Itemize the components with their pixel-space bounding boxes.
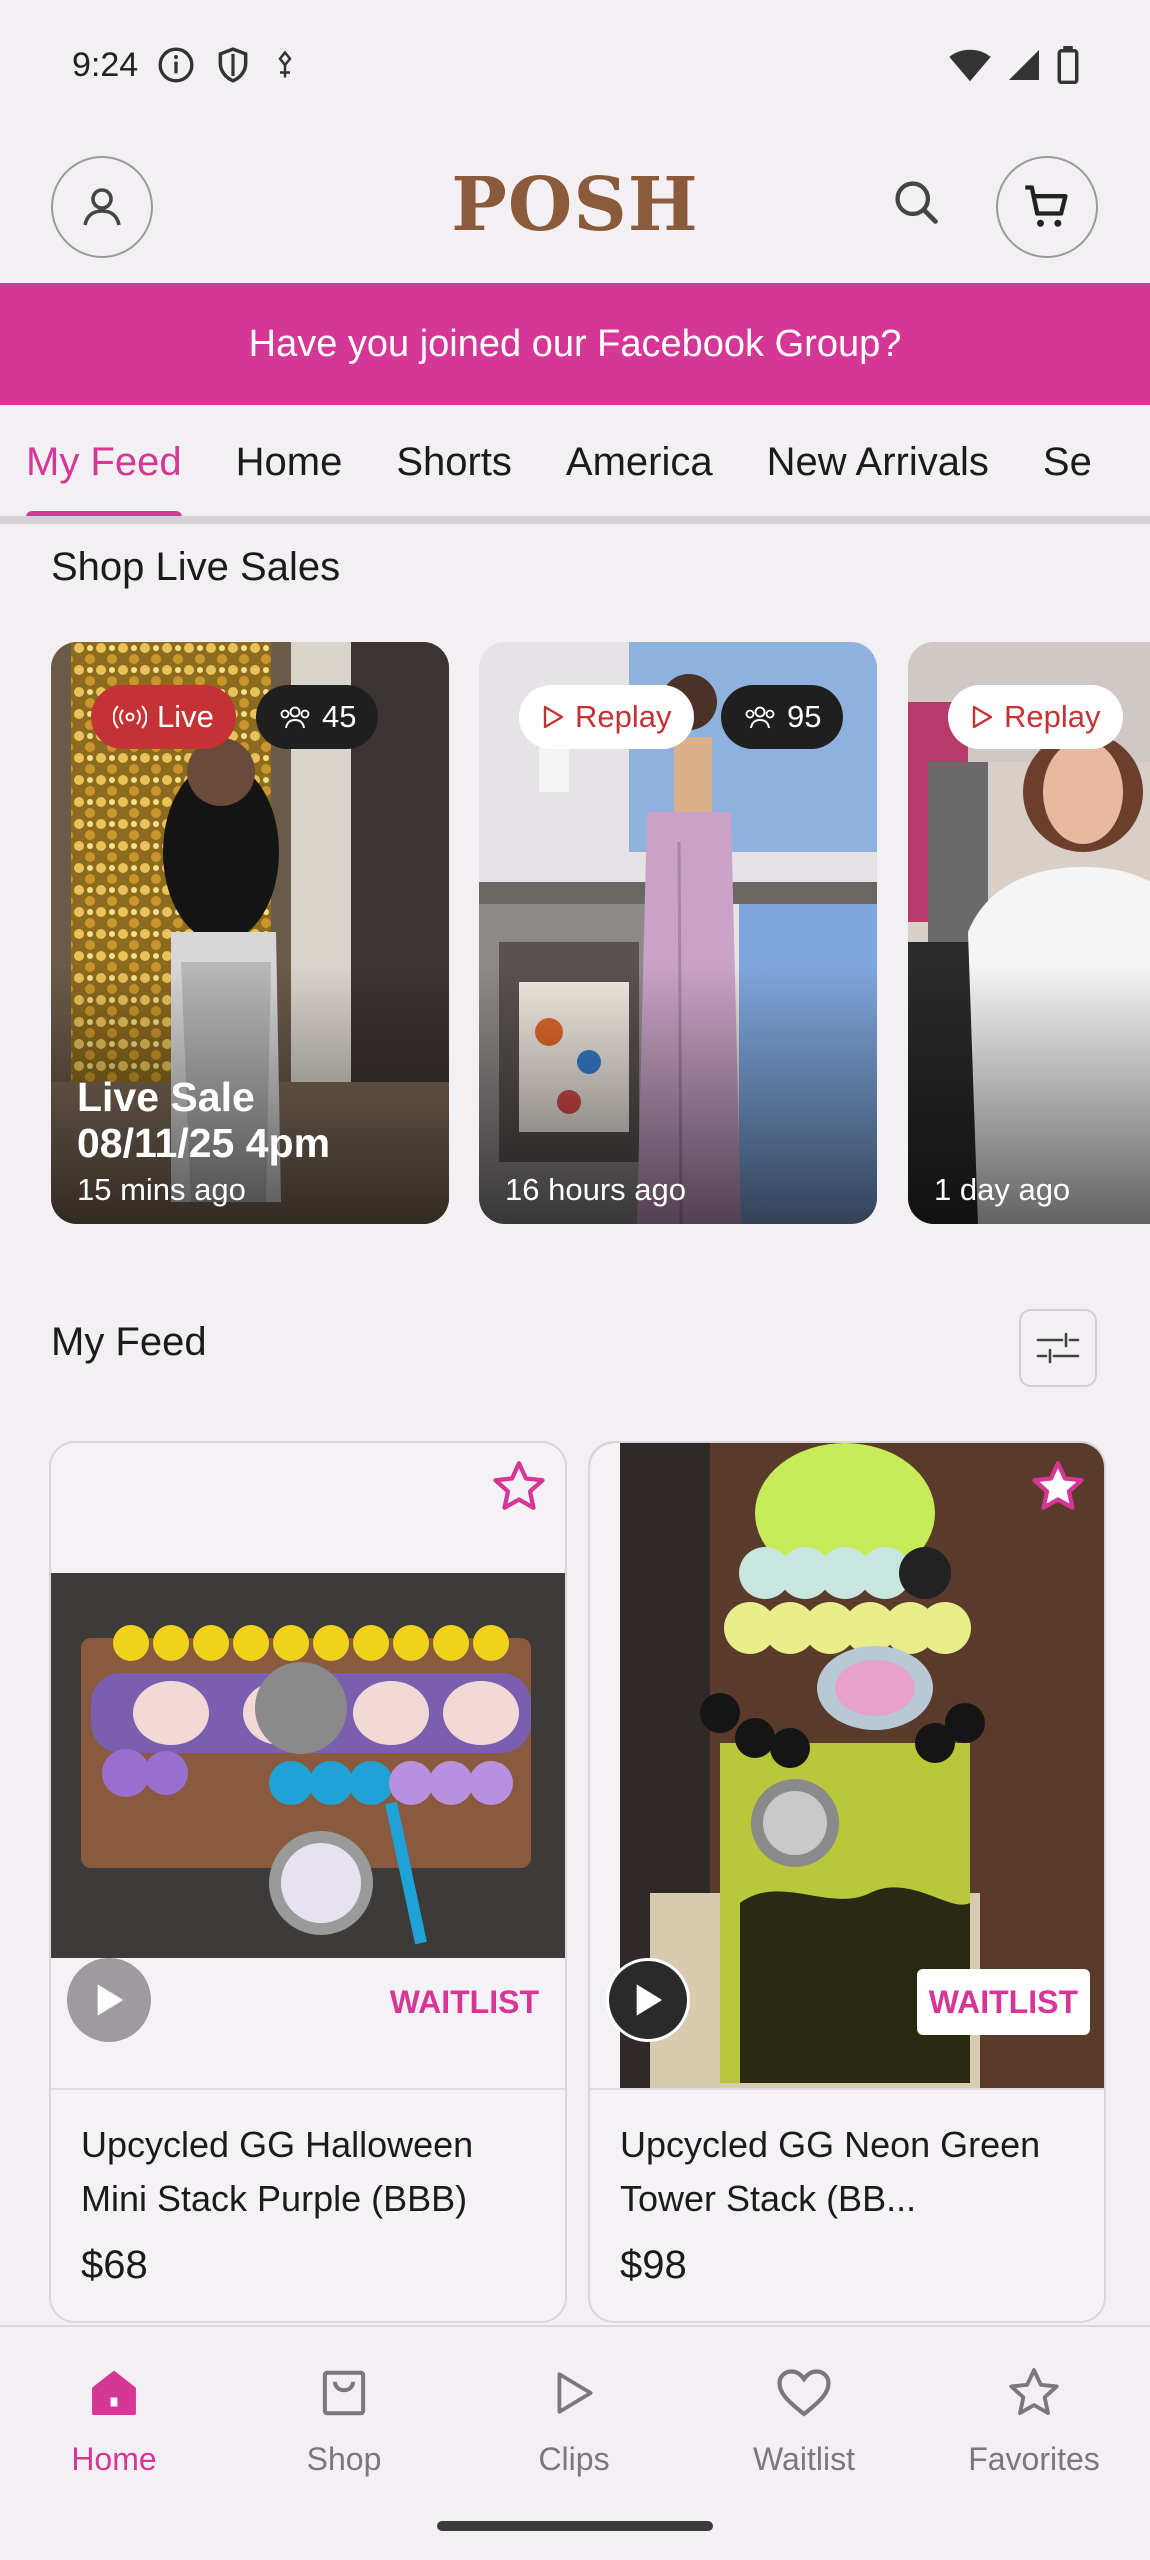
tab-new-arrivals[interactable]: New Arrivals	[767, 422, 989, 503]
wifi-icon	[949, 49, 991, 82]
tab-shorts[interactable]: Shorts	[396, 422, 512, 503]
info-icon	[158, 47, 194, 83]
live-sale-time: 15 mins ago	[77, 1172, 246, 1207]
signal-icon	[1009, 50, 1039, 80]
home-icon	[92, 2371, 136, 2415]
product-card[interactable]: WAITLIST Upcycled GG Neon Green Tower St…	[588, 1441, 1106, 2323]
nav-favorites[interactable]: Favorites	[934, 2357, 1134, 2478]
favorite-star-icon[interactable]	[489, 1457, 549, 1517]
play-video-button[interactable]	[67, 1958, 151, 2042]
banner-text: Have you joined our Facebook Group?	[248, 322, 902, 365]
waitlist-badge[interactable]: WAITLIST	[916, 1969, 1090, 2035]
cart-button[interactable]	[996, 156, 1098, 258]
status-time: 9:24	[72, 45, 139, 84]
tabs-divider	[0, 516, 1150, 524]
nav-home[interactable]: Home	[14, 2357, 214, 2478]
live-sale-card[interactable]: Live 45 Live Sale 08/11/25 4pm 15 mins a…	[51, 642, 449, 1224]
live-sales-carousel: Live 45 Live Sale 08/11/25 4pm 15 mins a…	[0, 642, 1150, 1226]
play-icon	[97, 1984, 124, 2016]
tab-partial[interactable]: Se	[1043, 422, 1092, 503]
cart-icon	[1025, 185, 1068, 227]
play-icon	[557, 2372, 593, 2414]
play-outline-icon	[972, 705, 993, 729]
live-sales-title: Shop Live Sales	[51, 545, 341, 589]
live-sale-title: Live Sale 08/11/25 4pm	[77, 1074, 331, 1166]
app-header: POSH	[0, 140, 1150, 270]
nav-shop[interactable]: Shop	[244, 2357, 444, 2478]
location-icon	[278, 50, 292, 78]
facebook-group-banner[interactable]: Have you joined our Facebook Group?	[0, 283, 1150, 405]
star-icon	[1009, 2368, 1059, 2415]
tab-home[interactable]: Home	[236, 422, 343, 503]
battery-icon	[1057, 46, 1079, 84]
play-outline-icon	[543, 705, 564, 729]
nav-clips[interactable]: Clips	[474, 2357, 674, 2478]
viewer-count-badge: 45	[256, 685, 379, 749]
sliders-icon	[1036, 1332, 1080, 1364]
viewers-icon	[280, 706, 310, 729]
product-price: $98	[620, 2243, 687, 2287]
replay-card[interactable]: Replay 95 16 hours ago	[479, 642, 877, 1224]
favorite-star-icon[interactable]	[1028, 1457, 1088, 1517]
tab-my-feed[interactable]: My Feed	[26, 422, 182, 520]
category-tabs: My Feed Home Shorts America New Arrivals…	[0, 405, 1150, 520]
product-name: Upcycled GG Neon Green Tower Stack (BB..…	[620, 2124, 1041, 2219]
posh-logo: POSH	[451, 162, 699, 248]
search-icon	[895, 181, 938, 224]
replay-time: 16 hours ago	[505, 1172, 686, 1207]
replay-badge: Replay	[948, 685, 1123, 749]
replay-card[interactable]: Replay 1 day ago	[908, 642, 1150, 1224]
viewers-icon	[745, 706, 775, 729]
product-name: Upcycled GG Halloween Mini Stack Purple …	[81, 2124, 474, 2219]
broadcast-icon	[113, 705, 147, 729]
waitlist-badge[interactable]: WAITLIST	[378, 1969, 551, 2035]
play-video-button[interactable]	[606, 1958, 690, 2042]
status-bar: 9:24	[0, 0, 1150, 130]
tab-america[interactable]: America	[566, 422, 713, 503]
replay-badge: Replay	[519, 685, 694, 749]
nav-waitlist[interactable]: Waitlist	[704, 2357, 904, 2478]
feed-title: My Feed	[51, 1320, 207, 1364]
viewer-count-badge: 95	[721, 685, 844, 749]
gesture-home-bar[interactable]	[437, 2521, 713, 2531]
shield-icon	[218, 47, 248, 83]
replay-time: 1 day ago	[934, 1172, 1071, 1207]
shopping-bag-icon	[322, 2370, 366, 2416]
heart-icon	[777, 2369, 831, 2417]
feed-filter-button[interactable]	[1019, 1309, 1097, 1387]
product-price: $68	[81, 2243, 148, 2287]
play-icon	[636, 1984, 663, 2016]
product-card[interactable]: WAITLIST Upcycled GG Halloween Mini Stac…	[49, 1441, 567, 2323]
live-badge: Live	[91, 685, 236, 749]
search-button[interactable]	[890, 176, 942, 233]
